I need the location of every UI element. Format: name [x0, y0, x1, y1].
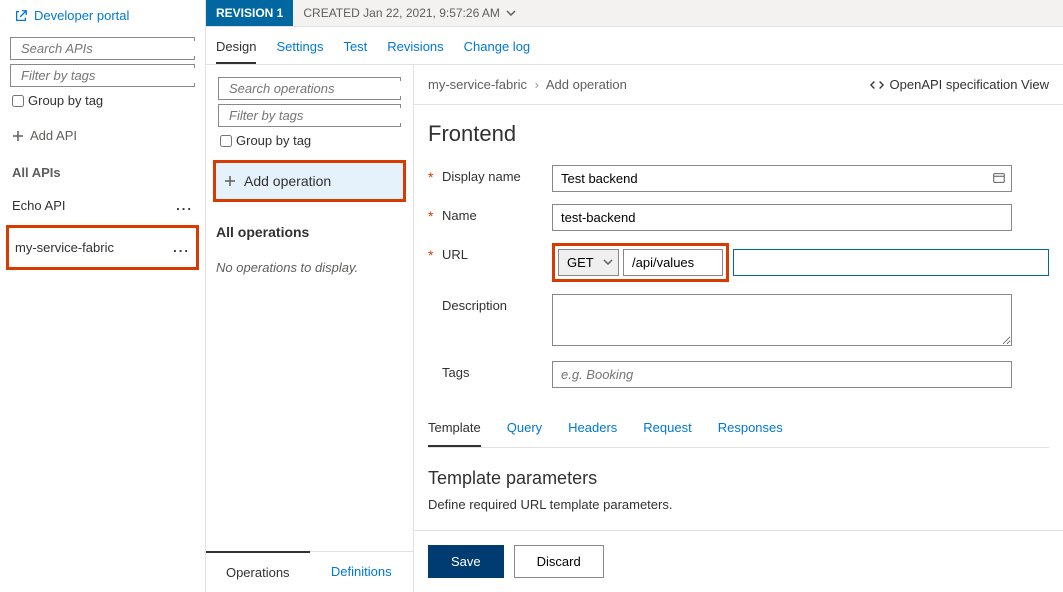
- subtab-template[interactable]: Template: [428, 410, 481, 447]
- frontend-subtabs: Template Query Headers Request Responses: [428, 410, 1049, 448]
- api-item-my-service-fabric[interactable]: my-service-fabric ...: [6, 225, 199, 270]
- all-operations-heading: All operations: [214, 210, 405, 246]
- display-name-input[interactable]: [552, 165, 1012, 192]
- filter-operations-input[interactable]: [225, 108, 407, 123]
- operation-editor: my-service-fabric › Add operation OpenAP…: [414, 65, 1063, 592]
- operations-pane: Group by tag Add operation All operation…: [206, 65, 414, 592]
- breadcrumb: my-service-fabric › Add operation: [428, 77, 627, 92]
- filter-apis-box[interactable]: [10, 64, 195, 87]
- group-by-tag-apis[interactable]: Group by tag: [6, 89, 199, 112]
- url-path-input[interactable]: [623, 249, 723, 276]
- add-api-label: Add API: [30, 128, 77, 143]
- name-label: Name: [442, 204, 552, 223]
- breadcrumb-row: my-service-fabric › Add operation OpenAP…: [414, 65, 1063, 105]
- plus-icon: [224, 175, 236, 187]
- footer-tab-operations[interactable]: Operations: [206, 551, 310, 592]
- breadcrumb-api[interactable]: my-service-fabric: [428, 77, 527, 92]
- group-by-tag-ops-label: Group by tag: [236, 133, 311, 148]
- developer-portal-label: Developer portal: [34, 8, 129, 23]
- subtab-request[interactable]: Request: [643, 410, 691, 447]
- search-operations-input[interactable]: [225, 81, 407, 96]
- revision-badge[interactable]: REVISION 1: [206, 0, 293, 26]
- template-params-heading: Template parameters: [428, 468, 1049, 489]
- description-textarea[interactable]: [552, 294, 1012, 346]
- template-params-desc: Define required URL template parameters.: [428, 497, 1049, 512]
- tags-label: Tags: [442, 361, 552, 380]
- group-by-tag-apis-checkbox[interactable]: [12, 95, 24, 107]
- add-operation-label: Add operation: [244, 173, 331, 189]
- tags-input[interactable]: [552, 361, 1012, 388]
- http-method-select[interactable]: GET: [558, 249, 619, 276]
- developer-portal-link[interactable]: Developer portal: [6, 4, 199, 35]
- revision-created[interactable]: CREATED Jan 22, 2021, 9:57:26 AM: [293, 0, 526, 26]
- group-by-tag-ops[interactable]: Group by tag: [214, 129, 405, 152]
- subtab-responses[interactable]: Responses: [718, 410, 783, 447]
- display-name-label: Display name: [442, 165, 552, 184]
- tab-change-log[interactable]: Change log: [464, 27, 531, 64]
- api-sidebar: Developer portal Group by tag Add API Al…: [0, 0, 206, 592]
- group-by-tag-ops-checkbox[interactable]: [220, 135, 232, 147]
- url-rest-input[interactable]: [733, 249, 1049, 276]
- filter-apis-input[interactable]: [17, 68, 199, 83]
- all-apis-heading: All APIs: [6, 151, 199, 186]
- tab-test[interactable]: Test: [343, 27, 367, 64]
- main-tabs: Design Settings Test Revisions Change lo…: [206, 27, 1063, 65]
- discard-button[interactable]: Discard: [514, 545, 604, 578]
- search-apis-input[interactable]: [17, 41, 199, 56]
- footer-tab-definitions[interactable]: Definitions: [310, 552, 414, 592]
- breadcrumb-sep: ›: [535, 77, 539, 92]
- url-highlight-box: GET: [552, 243, 729, 282]
- group-by-tag-apis-label: Group by tag: [28, 93, 103, 108]
- api-item-label: Echo API: [12, 198, 65, 213]
- filter-operations-box[interactable]: [218, 104, 401, 127]
- tab-settings[interactable]: Settings: [276, 27, 323, 64]
- external-link-icon: [14, 9, 28, 23]
- required-star: *: [428, 165, 442, 185]
- card-icon: [992, 171, 1006, 185]
- add-api-button[interactable]: Add API: [6, 112, 199, 151]
- plus-icon: [12, 130, 24, 142]
- required-star: *: [428, 204, 442, 224]
- code-icon: [870, 78, 884, 92]
- api-item-label: my-service-fabric: [15, 240, 114, 255]
- openapi-spec-link[interactable]: OpenAPI specification View: [870, 77, 1049, 92]
- search-operations-box[interactable]: [218, 77, 401, 100]
- footer-actions: Save Discard: [414, 530, 1063, 592]
- revision-bar: REVISION 1 CREATED Jan 22, 2021, 9:57:26…: [206, 0, 1063, 27]
- frontend-heading: Frontend: [428, 121, 1049, 147]
- name-input[interactable]: [552, 204, 1012, 231]
- openapi-spec-label: OpenAPI specification View: [890, 77, 1049, 92]
- breadcrumb-op: Add operation: [546, 77, 627, 92]
- api-item-menu-icon[interactable]: ...: [173, 240, 190, 255]
- tab-revisions[interactable]: Revisions: [387, 27, 443, 64]
- subtab-headers[interactable]: Headers: [568, 410, 617, 447]
- subtab-query[interactable]: Query: [507, 410, 542, 447]
- save-button[interactable]: Save: [428, 545, 504, 578]
- tab-design[interactable]: Design: [216, 27, 256, 64]
- revision-created-text: CREATED Jan 22, 2021, 9:57:26 AM: [303, 6, 500, 20]
- add-operation-button[interactable]: Add operation: [213, 160, 406, 202]
- no-operations-text: No operations to display.: [214, 246, 405, 289]
- api-item-menu-icon[interactable]: ...: [176, 198, 193, 213]
- required-star: *: [428, 243, 442, 263]
- operations-footer-tabs: Operations Definitions: [206, 551, 413, 592]
- description-label: Description: [442, 294, 552, 313]
- search-apis-box[interactable]: [10, 37, 195, 60]
- chevron-down-icon: [506, 8, 516, 18]
- url-label: URL: [442, 243, 552, 262]
- api-item-echo[interactable]: Echo API ...: [6, 186, 199, 225]
